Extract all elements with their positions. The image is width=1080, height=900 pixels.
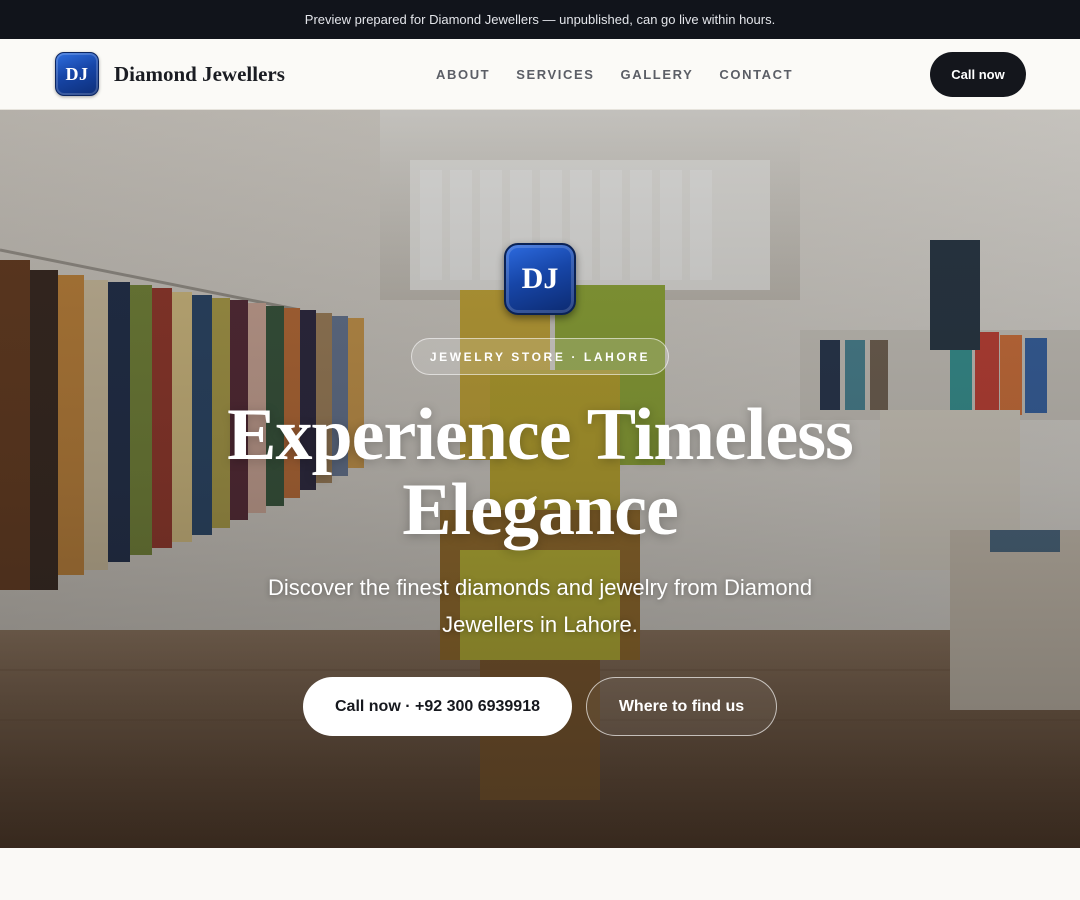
hero-subtitle: Discover the finest diamonds and jewelry… bbox=[267, 575, 813, 637]
brand-logo: DJ bbox=[55, 52, 99, 96]
announcement-text: Preview prepared for Diamond Jewellers —… bbox=[304, 12, 776, 27]
hero-logo-text: DJ bbox=[521, 262, 559, 295]
hero-logo: DJ bbox=[504, 243, 576, 315]
announcement-bar: Preview prepared for Diamond Jewellers —… bbox=[0, 0, 1080, 39]
hero-tag-text: JEWELRY STORE · LAHORE bbox=[429, 349, 651, 364]
brand-name: Diamond Jewellers bbox=[114, 61, 285, 86]
nav-link-about[interactable]: ABOUT bbox=[436, 67, 490, 82]
site-header: DJ Diamond Jewellers ABOUT SERVICES GALL… bbox=[0, 39, 1080, 110]
header-call-button[interactable]: Call now bbox=[930, 52, 1026, 97]
hero-call-button[interactable]: Call now · +92 300 6939918 bbox=[303, 677, 572, 736]
hero-category-tag: JEWELRY STORE · LAHORE bbox=[411, 338, 669, 375]
hero-find-us-button[interactable]: Where to find us bbox=[586, 677, 777, 736]
nav-link-contact[interactable]: CONTACT bbox=[719, 67, 793, 82]
main-nav: ABOUT SERVICES GALLERY CONTACT bbox=[436, 39, 819, 109]
nav-link-services[interactable]: SERVICES bbox=[516, 67, 594, 82]
brand-home-link[interactable]: DJ Diamond Jewellers bbox=[55, 52, 285, 96]
brand-logo-text: DJ bbox=[65, 63, 89, 84]
next-section bbox=[0, 848, 1080, 900]
hero-headline: Experience Timeless Elegance bbox=[227, 394, 854, 551]
nav-link-gallery[interactable]: GALLERY bbox=[621, 67, 694, 82]
hero-section: DJ JEWELRY STORE · LAHORE Experience Tim… bbox=[0, 110, 1080, 848]
